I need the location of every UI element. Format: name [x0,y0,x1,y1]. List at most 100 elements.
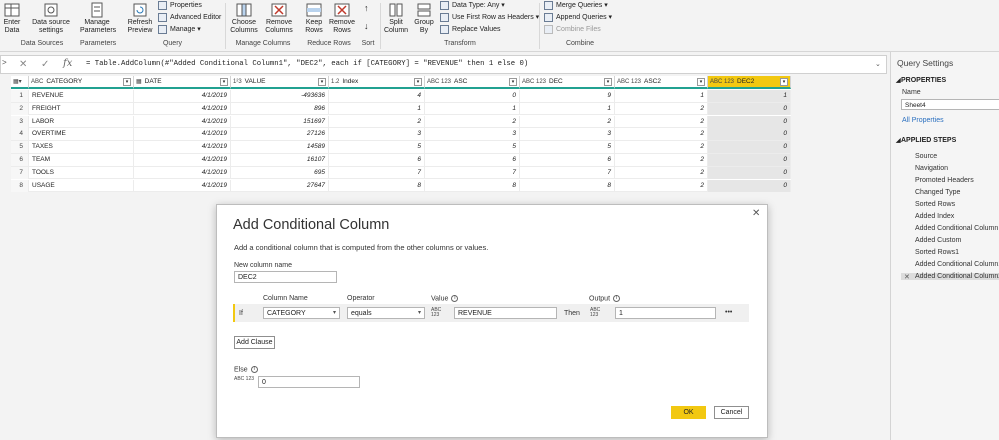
table-cell[interactable]: 8 [425,179,520,192]
table-cell[interactable]: 2 [615,128,708,141]
cancel-formula-icon[interactable]: ✕ [19,59,27,70]
applied-step[interactable]: Added Conditional Column1 [915,261,999,268]
value-type-icon[interactable]: ABC 123 [431,308,449,320]
table-cell[interactable]: 1 [520,102,615,115]
table-cell[interactable]: 1 [425,102,520,115]
table-cell[interactable]: 2 [615,141,708,154]
table-cell[interactable]: 896 [231,102,329,115]
collapse-queries-icon[interactable]: > [2,58,7,67]
close-icon[interactable]: ✕ [752,208,760,219]
manage-parameters-button[interactable]: Manage Parameters [80,2,116,35]
filter-dropdown-icon[interactable]: ▾ [123,78,131,86]
value-input[interactable]: REVENUE [454,307,557,319]
table-cell[interactable]: 9 [520,90,615,102]
table-cell[interactable]: 3 [329,128,425,141]
table-cell[interactable]: 4/1/2019 [134,90,231,102]
manage-button[interactable]: Manage ▾ [158,24,201,36]
operator-select[interactable]: equals ▾ [347,307,425,319]
split-column-button[interactable]: Split Column [382,2,410,35]
filter-dropdown-icon[interactable]: ▾ [414,78,422,86]
table-cell[interactable]: 5 [520,141,615,154]
table-cell[interactable]: 27647 [231,179,329,192]
use-first-row-button[interactable]: Use First Row as Headers ▾ [440,12,539,24]
table-cell[interactable]: 5 [329,141,425,154]
table-cell[interactable]: 2 [615,102,708,115]
keep-rows-button[interactable]: Keep Rows [302,2,326,35]
table-cell[interactable]: OVERTIME [29,128,134,141]
table-cell[interactable]: 7 [520,166,615,179]
table-cell[interactable]: 0 [708,154,791,166]
output-type-icon[interactable]: ABC 123 [590,308,608,320]
table-cell[interactable]: 7 [329,166,425,179]
enter-data-button[interactable]: Enter Data [2,2,22,35]
table-menu-icon[interactable]: ▦▾ [11,76,29,89]
sort-ascending-icon[interactable]: ↑ [364,2,369,14]
collapse-steps-icon[interactable]: ◢ [896,137,901,144]
table-cell[interactable]: 2 [329,115,425,128]
table-cell[interactable]: 6 [425,154,520,166]
column-header-asc2[interactable]: ABC 123 ASC2 ▾ [615,76,708,89]
column-header-category[interactable]: ABC CATEGORY ▾ [29,76,134,89]
table-cell[interactable]: 6 [520,154,615,166]
filter-dropdown-icon[interactable]: ▾ [604,78,612,86]
applied-step[interactable]: ✕ Added Conditional Column2 [901,273,999,281]
column-header-date[interactable]: ▦ DATE ▾ [134,76,231,89]
all-properties-link[interactable]: All Properties [902,117,944,124]
refresh-preview-button[interactable]: Refresh Preview [124,2,156,35]
column-name-select[interactable]: CATEGORY ▾ [263,307,340,319]
replace-values-button[interactable]: Replace Values [440,24,501,36]
output-input[interactable]: 1 [615,307,716,319]
advanced-editor-button[interactable]: Advanced Editor [158,12,221,24]
data-source-settings-button[interactable]: Data source settings [27,2,75,35]
remove-columns-button[interactable]: Remove Columns [262,2,296,35]
table-cell[interactable]: 0 [708,115,791,128]
formula-input[interactable]: = Table.AddColumn(#"Added Conditional Co… [86,60,528,68]
table-cell[interactable]: 16107 [231,154,329,166]
table-cell[interactable]: 0 [708,166,791,179]
collapse-properties-icon[interactable]: ◢ [896,77,901,84]
table-cell[interactable]: -493636 [231,90,329,102]
group-by-button[interactable]: Group By [413,2,435,35]
table-cell[interactable]: 695 [231,166,329,179]
add-clause-button[interactable]: Add Clause [234,336,275,349]
table-cell[interactable]: 4 [329,90,425,102]
applied-step[interactable]: Promoted Headers [915,177,974,184]
applied-step[interactable]: Added Custom [915,237,961,244]
table-cell[interactable]: 0 [708,141,791,154]
table-cell[interactable]: 151697 [231,115,329,128]
table-cell[interactable]: 8 [329,179,425,192]
applied-step[interactable]: Added Conditional Column [915,225,998,232]
table-cell[interactable]: 0 [708,102,791,115]
table-cell[interactable]: 4/1/2019 [134,102,231,115]
table-cell[interactable]: 4/1/2019 [134,179,231,192]
remove-rows-button[interactable]: Remove Rows [328,2,356,35]
filter-dropdown-icon[interactable]: ▾ [780,78,788,86]
applied-step[interactable]: Source [915,153,937,160]
sort-descending-icon[interactable]: ↓ [364,20,369,32]
merge-queries-button[interactable]: Merge Queries ▾ [544,0,608,12]
applied-step[interactable]: Navigation [915,165,948,172]
table-cell[interactable]: USAGE [29,179,134,192]
filter-dropdown-icon[interactable]: ▾ [318,78,326,86]
query-name-input[interactable]: Sheet4 [901,99,999,110]
table-cell[interactable]: 7 [425,166,520,179]
column-header-asc[interactable]: ABC 123 ASC ▾ [425,76,520,89]
table-cell[interactable]: TAXES [29,141,134,154]
else-type-icon[interactable]: ABC 123 [234,377,254,389]
properties-button[interactable]: Properties [158,0,202,12]
table-cell[interactable]: 4/1/2019 [134,141,231,154]
table-cell[interactable]: 2 [425,115,520,128]
table-cell[interactable]: 3 [425,128,520,141]
table-cell[interactable]: LABOR [29,115,134,128]
table-cell[interactable]: TOOLS [29,166,134,179]
chevron-down-icon[interactable]: ⌄ [875,60,881,68]
cancel-button[interactable]: Cancel [714,406,749,419]
table-cell[interactable]: 5 [425,141,520,154]
append-queries-button[interactable]: Append Queries ▾ [544,12,612,24]
table-cell[interactable]: 2 [615,115,708,128]
choose-columns-button[interactable]: Choose Columns [228,2,260,35]
applied-step[interactable]: Sorted Rows1 [915,249,959,256]
table-cell[interactable]: 2 [520,115,615,128]
table-cell[interactable]: 2 [615,154,708,166]
table-cell[interactable]: 0 [708,179,791,192]
